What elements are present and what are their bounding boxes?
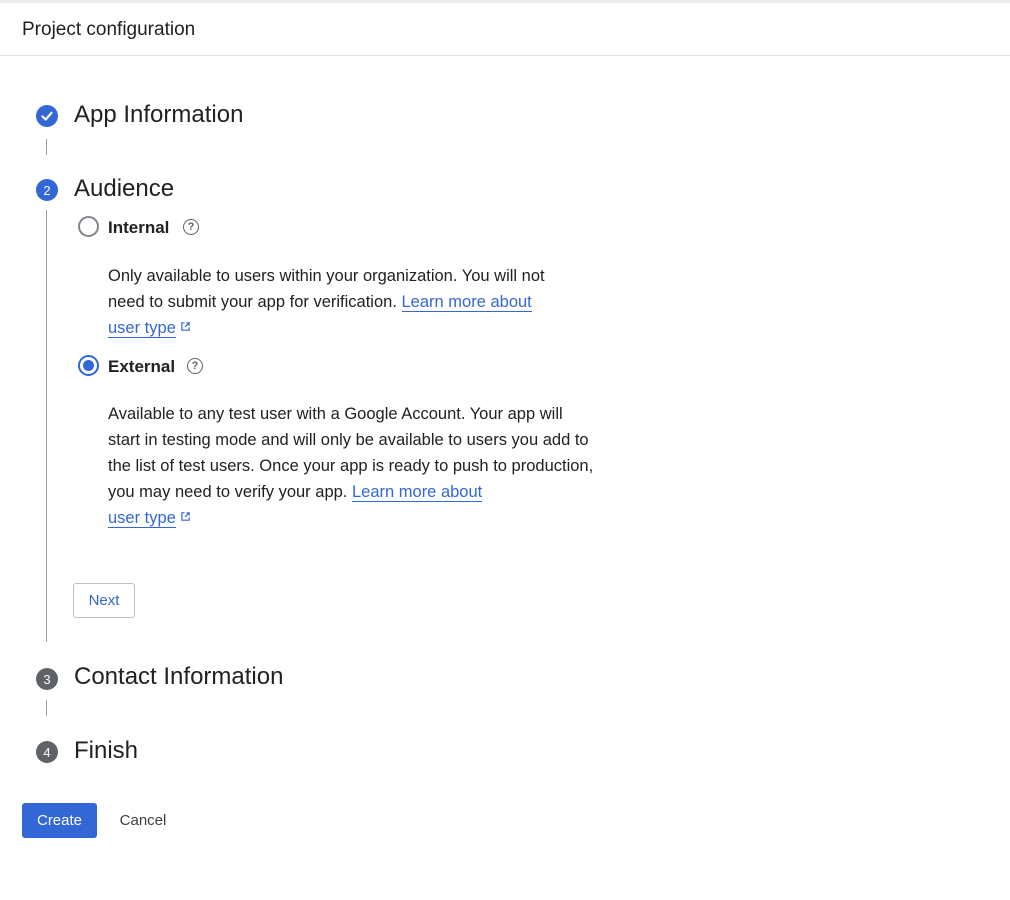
help-circle-icon[interactable]: ? [183,219,199,235]
cancel-button[interactable]: Cancel [108,803,178,838]
step-1-done-indicator [36,105,58,127]
internal-label[interactable]: Internal [108,218,169,238]
internal-learn-more-link[interactable]: Learn more about [401,293,532,312]
create-button[interactable]: Create [22,803,97,838]
step-3-title[interactable]: Contact Information [74,663,283,691]
external-radio[interactable] [78,355,99,376]
internal-description: Only available to users within your orga… [108,263,578,341]
external-user-type-link[interactable]: user type [108,509,176,528]
page-header: Project configuration [0,0,1010,56]
step-connector [46,700,47,716]
step-2-number: 2 [36,179,58,201]
external-label[interactable]: External [108,357,175,377]
external-link-icon [181,512,190,521]
next-button[interactable]: Next [73,583,135,618]
page-title: Project configuration [22,19,196,40]
step-connector [46,139,47,155]
step-2-connector [46,210,47,642]
internal-user-type-link[interactable]: user type [108,319,176,338]
internal-radio[interactable] [78,216,99,237]
check-icon [41,111,53,121]
step-2-title[interactable]: Audience [74,175,174,203]
step-4-number: 4 [36,741,58,763]
external-link-icon [181,322,190,331]
step-1-title[interactable]: App Information [74,101,243,129]
help-circle-icon[interactable]: ? [187,358,203,374]
external-description: Available to any test user with a Google… [108,401,598,531]
external-description-text: Available to any test user with a Google… [108,405,594,501]
step-4-title[interactable]: Finish [74,737,138,765]
step-3-number: 3 [36,668,58,690]
external-learn-more-link[interactable]: Learn more about [351,483,483,502]
